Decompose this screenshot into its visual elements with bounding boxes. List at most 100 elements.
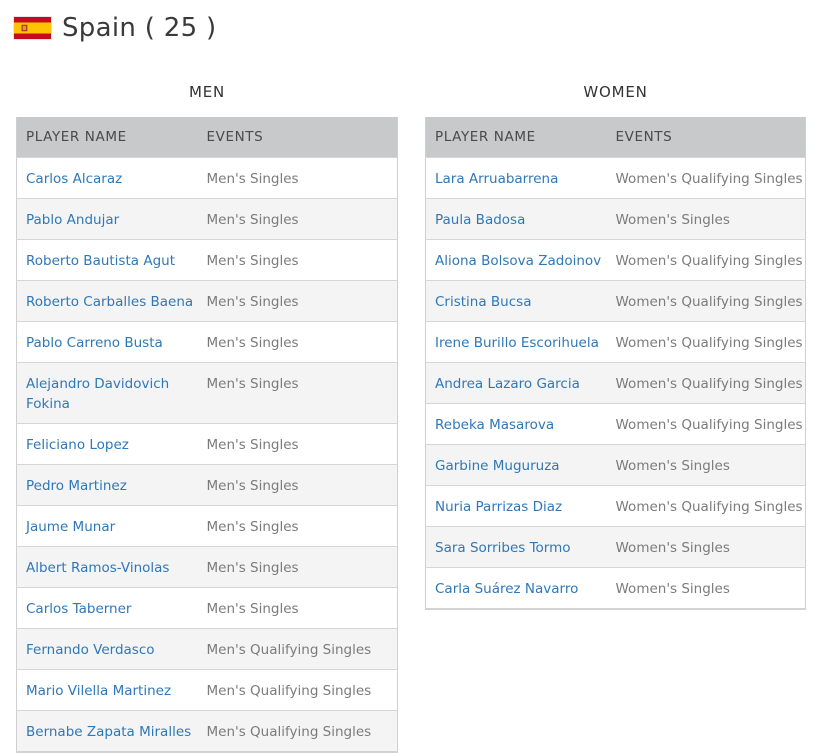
men-section-title: MEN: [188, 83, 226, 101]
table-row: Pablo Carreno Busta Men's Singles: [16, 320, 398, 362]
player-name-cell: Cristina Bucsa: [425, 279, 607, 321]
player-event: Men's Singles: [197, 320, 398, 362]
player-name-cell: Pablo Andujar: [16, 197, 198, 239]
player-name-link[interactable]: Pedro Martinez: [26, 478, 127, 494]
table-row: Nuria Parrizas Diaz Women's Qualifying Si…: [425, 484, 806, 526]
player-name-link[interactable]: Sara Sorribes Tormo: [435, 540, 571, 556]
table-row: Paula Badosa Women's Singles: [425, 197, 806, 239]
player-count: ( 25 ): [144, 13, 217, 43]
table-row: Garbine Muguruza Women's Singles: [425, 443, 806, 485]
player-name-link[interactable]: Roberto Carballes Baena: [26, 294, 193, 310]
player-event: Men's Qualifying Singles: [197, 709, 398, 752]
player-event: Men's Qualifying Singles: [197, 668, 398, 710]
player-name-link[interactable]: Albert Ramos-Vinolas: [26, 560, 169, 576]
player-event: Men's Qualifying Singles: [197, 627, 398, 669]
table-row: Bernabe Zapata Miralles Men's Qualifying …: [16, 709, 398, 752]
table-row: Rebeka Masarova Women's Qualifying Single…: [425, 402, 806, 444]
table-row: Feliciano Lopez Men's Singles: [16, 422, 398, 464]
player-event: Men's Singles: [197, 545, 398, 587]
table-row: Andrea Lazaro Garcia Women's Qualifying S…: [425, 361, 806, 403]
player-event: Women's Singles: [606, 525, 806, 567]
player-name-cell: Carlos Taberner: [16, 586, 198, 628]
table-row: Aliona Bolsova Zadoinov Women's Qualifyin…: [425, 238, 806, 280]
table-row: Pablo Andujar Men's Singles: [16, 197, 398, 239]
men-players-table: PLAYER NAME EVENTS Carlos Alcaraz Men's S…: [16, 117, 398, 753]
player-event: Women's Qualifying Singles: [606, 156, 806, 198]
player-name-link[interactable]: Carlos Alcaraz: [26, 171, 122, 187]
spain-flag-icon: [13, 16, 52, 40]
table-row: Roberto Carballes Baena Men's Singles: [16, 279, 398, 321]
player-event: Women's Qualifying Singles: [606, 361, 806, 403]
column-header-player-name: PLAYER NAME: [26, 128, 127, 145]
player-name-link[interactable]: Andrea Lazaro Garcia: [435, 376, 580, 392]
player-name-cell: Sara Sorribes Tormo: [425, 525, 607, 567]
table-row: Jaume Munar Men's Singles: [16, 504, 398, 546]
player-event: Women's Qualifying Singles: [606, 320, 806, 362]
player-name-link[interactable]: Roberto Bautista Agut: [26, 253, 175, 269]
player-name-cell: Pedro Martinez: [16, 463, 198, 505]
table-row: Carlos Taberner Men's Singles: [16, 586, 398, 628]
player-name-link[interactable]: Lara Arruabarrena: [435, 171, 558, 187]
player-name-link[interactable]: Irene Burillo Escorihuela: [435, 335, 599, 351]
player-event: Men's Singles: [197, 238, 398, 280]
table-row: Cristina Bucsa Women's Qualifying Singles: [425, 279, 806, 321]
player-name-link[interactable]: Paula Badosa: [435, 212, 525, 228]
player-name-link[interactable]: Fernando Verdasco: [26, 642, 155, 658]
player-name-cell: Irene Burillo Escorihuela: [425, 320, 607, 362]
player-name-cell: Carla Suárez Navarro: [425, 566, 607, 609]
player-event: Men's Singles: [197, 504, 398, 546]
player-event: Women's Singles: [606, 443, 806, 485]
table-row: Sara Sorribes Tormo Women's Singles: [425, 525, 806, 567]
player-event: Women's Qualifying Singles: [606, 238, 806, 280]
player-name-cell: Alejandro Davidovich Fokina: [16, 361, 198, 423]
player-name-link[interactable]: Jaume Munar: [26, 519, 115, 535]
column-header-player-name: PLAYER NAME: [435, 128, 536, 145]
player-name-cell: Garbine Muguruza: [425, 443, 607, 485]
player-name-link[interactable]: Feliciano Lopez: [26, 437, 129, 453]
player-name-cell: Pablo Carreno Busta: [16, 320, 198, 362]
player-name-cell: Andrea Lazaro Garcia: [425, 361, 607, 403]
column-header-events: EVENTS: [206, 128, 264, 145]
player-event: Women's Qualifying Singles: [606, 279, 806, 321]
player-name-cell: Feliciano Lopez: [16, 422, 198, 464]
column-header-events: EVENTS: [615, 128, 673, 145]
player-event: Women's Qualifying Singles: [606, 402, 806, 444]
player-event: Men's Singles: [197, 586, 398, 628]
player-name-cell: Aliona Bolsova Zadoinov: [425, 238, 607, 280]
player-name-cell: Bernabe Zapata Miralles: [16, 709, 198, 752]
player-name-link[interactable]: Carlos Taberner: [26, 601, 131, 617]
player-name-link[interactable]: Aliona Bolsova Zadoinov: [435, 253, 601, 269]
player-name-cell: Jaume Munar: [16, 504, 198, 546]
player-name-link[interactable]: Pablo Carreno Busta: [26, 335, 163, 351]
player-event: Men's Singles: [197, 279, 398, 321]
player-name-link[interactable]: Alejandro Davidovich Fokina: [26, 376, 169, 412]
player-name-link[interactable]: Nuria Parrizas Diaz: [435, 499, 562, 515]
player-name-link[interactable]: Bernabe Zapata Miralles: [26, 724, 191, 740]
player-name-link[interactable]: Rebeka Masarova: [435, 417, 554, 433]
table-header-row: PLAYER NAME EVENTS: [425, 117, 806, 157]
page-title: Spain ( 25 ): [62, 13, 216, 43]
table-row: Carla Suárez Navarro Women's Singles: [425, 566, 806, 609]
player-name-cell: Lara Arruabarrena: [425, 156, 607, 198]
table-header-row: PLAYER NAME EVENTS: [16, 117, 398, 157]
table-row: Lara Arruabarrena Women's Qualifying Sing…: [425, 156, 806, 198]
player-event: Women's Qualifying Singles: [606, 484, 806, 526]
player-name-link[interactable]: Garbine Muguruza: [435, 458, 560, 474]
player-name-link[interactable]: Mario Vilella Martinez: [26, 683, 171, 699]
table-row: Irene Burillo Escorihuela Women's Qualify…: [425, 320, 806, 362]
table-row: Carlos Alcaraz Men's Singles: [16, 156, 398, 198]
women-section: WOMEN PLAYER NAME EVENTS Lara Arruabarre…: [425, 80, 806, 610]
player-name-cell: Roberto Bautista Agut: [16, 238, 198, 280]
player-name-link[interactable]: Carla Suárez Navarro: [435, 581, 578, 597]
table-row: Pedro Martinez Men's Singles: [16, 463, 398, 505]
country-header: Spain ( 25 ): [13, 8, 216, 48]
player-name-link[interactable]: Cristina Bucsa: [435, 294, 531, 310]
player-event: Men's Singles: [197, 422, 398, 464]
player-name-cell: Rebeka Masarova: [425, 402, 607, 444]
table-row: Fernando Verdasco Men's Qualifying Single…: [16, 627, 398, 669]
women-section-title: WOMEN: [583, 83, 648, 101]
table-row: Roberto Bautista Agut Men's Singles: [16, 238, 398, 280]
table-row: Mario Vilella Martinez Men's Qualifying S…: [16, 668, 398, 710]
player-name-link[interactable]: Pablo Andujar: [26, 212, 119, 228]
player-name-cell: Fernando Verdasco: [16, 627, 198, 669]
